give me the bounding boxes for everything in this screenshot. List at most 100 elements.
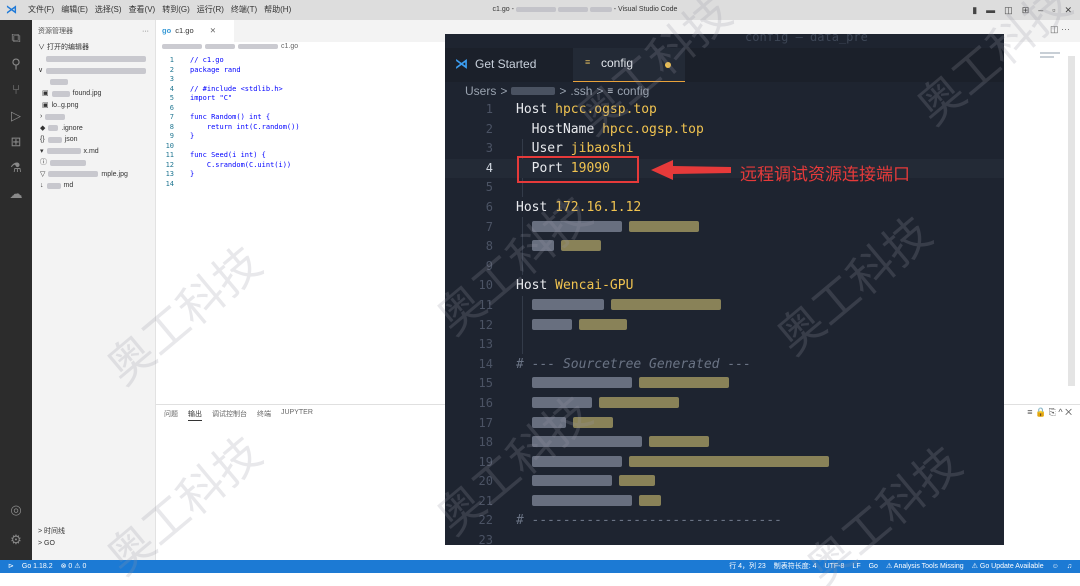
config-line[interactable]: 18 [445, 433, 1004, 453]
close-tab-icon[interactable]: ✕ [210, 26, 216, 35]
code-line[interactable]: 8 return int(C.random()) [160, 123, 300, 133]
tree-item-sample[interactable]: ▽ mple.jpg [32, 169, 155, 181]
code-line[interactable]: 12 C.srandom(C.uint(i)) [160, 161, 300, 171]
feedback-icon[interactable]: ☺ [1052, 560, 1059, 573]
line-ending[interactable]: LF [852, 560, 860, 573]
config-line[interactable]: 16 [445, 394, 1004, 414]
explorer-icon[interactable]: ⧉ [8, 30, 24, 46]
docker-icon[interactable]: ☁ [8, 186, 24, 202]
minimize-icon[interactable]: – [1038, 0, 1043, 20]
config-line[interactable]: 19 [445, 453, 1004, 473]
extensions-icon[interactable]: ⊞ [8, 134, 24, 150]
breadcrumb-file[interactable]: c1.go [281, 43, 298, 50]
config-line[interactable]: 2 HostName hpcc.ogsp.top [445, 120, 1004, 140]
more-actions-icon[interactable]: ··· [142, 28, 149, 35]
config-line[interactable]: 22 # -------------------------------- [445, 511, 1004, 531]
code-line[interactable]: 9} [160, 132, 300, 142]
menu-run[interactable]: 运行(R) [197, 0, 224, 20]
tab-output[interactable]: 输出 [188, 409, 202, 421]
go-code-editor[interactable]: 1 // c1.go 2 package rand 3 4 // #include <std… [160, 56, 300, 189]
code-line[interactable]: 5 import "C" [160, 94, 300, 104]
tab-config[interactable]: ≡ config [573, 48, 685, 82]
menu-view[interactable]: 查看(V) [129, 0, 156, 20]
maximize-icon[interactable]: ▫ [1052, 0, 1055, 20]
open-editors-section[interactable]: ∨ 打开的编辑器 [32, 42, 155, 54]
testing-icon[interactable]: ⚗ [8, 160, 24, 176]
config-line[interactable]: 20 [445, 472, 1004, 492]
go-section[interactable]: > GO [32, 538, 156, 550]
code-line[interactable]: 6 [160, 104, 300, 114]
toggle-secondary-sidebar-icon[interactable]: ◫ [1004, 0, 1013, 20]
tab-get-started[interactable]: ⋊ Get Started [455, 56, 536, 72]
code-line[interactable]: 4 // #include <stdlib.h> [160, 85, 300, 95]
close-icon[interactable]: ✕ [1064, 0, 1072, 20]
tree-item[interactable] [32, 77, 155, 89]
code-line[interactable]: 1 // c1.go [160, 56, 300, 66]
config-line[interactable]: 17 [445, 414, 1004, 434]
tree-item-ignore[interactable]: ◆ .ignore [32, 123, 155, 135]
config-line[interactable]: 11 [445, 296, 1004, 316]
menu-terminal[interactable]: 终端(T) [231, 0, 257, 20]
editor-scrollbar[interactable] [1068, 56, 1075, 386]
config-line[interactable]: 12 [445, 316, 1004, 336]
code-line[interactable]: 13} [160, 170, 300, 180]
remote-icon[interactable]: ⊳ [8, 560, 14, 573]
problems-count[interactable]: ⊗ 0 ⚠ 0 [61, 560, 87, 573]
menu-go[interactable]: 转到(G) [162, 0, 190, 20]
timeline-section[interactable]: > 时间线 [32, 526, 156, 538]
settings-gear-icon[interactable]: ⚙ [8, 532, 24, 548]
config-line[interactable]: 8 [445, 237, 1004, 257]
analysis-tools-warning[interactable]: ⚠ Analysis Tools Missing [886, 560, 964, 573]
menu-file[interactable]: 文件(F) [28, 0, 54, 20]
config-line[interactable]: 10 Host Wencai-GPU [445, 276, 1004, 296]
breadcrumb-file[interactable]: config [617, 84, 649, 98]
minimap[interactable] [1040, 52, 1062, 66]
source-control-icon[interactable]: ⑂ [8, 82, 24, 98]
tree-item-folder[interactable]: › [32, 111, 155, 123]
code-line[interactable]: 14 [160, 180, 300, 190]
code-line[interactable]: 2 package rand [160, 66, 300, 76]
layout-icon[interactable]: ⊞ [1022, 0, 1030, 20]
tree-item-md[interactable]: ▾ x.md [32, 146, 155, 158]
tab-jupyter[interactable]: JUPYTER [281, 409, 313, 421]
menu-selection[interactable]: 选择(S) [95, 0, 122, 20]
config-line[interactable]: 1 Host hpcc.ogsp.top [445, 100, 1004, 120]
tab-c1-go[interactable]: go c1.go ✕ [156, 20, 234, 42]
code-line[interactable]: 7 func Random() int { [160, 113, 300, 123]
tab-debug-console[interactable]: 调试控制台 [212, 409, 247, 421]
tree-item-json[interactable]: {} json [32, 134, 155, 146]
go-update-warning[interactable]: ⚠ Go Update Available [972, 560, 1044, 573]
menu-help[interactable]: 帮助(H) [264, 0, 291, 20]
config-line[interactable]: 13 [445, 335, 1004, 355]
encoding[interactable]: UTF-8 [825, 560, 845, 573]
breadcrumb-users[interactable]: Users [465, 84, 496, 98]
config-line[interactable]: 6 Host 172.16.1.12 [445, 198, 1004, 218]
tree-item-found[interactable]: ▣ found.jpg [32, 88, 155, 100]
open-editor-item[interactable] [32, 54, 155, 66]
go-version[interactable]: Go 1.18.2 [22, 560, 53, 573]
split-editor-icon[interactable]: ◫ ··· [1050, 24, 1070, 35]
menu-edit[interactable]: 编辑(E) [61, 0, 88, 20]
breadcrumb-ssh[interactable]: .ssh [570, 84, 592, 98]
language-mode[interactable]: Go [869, 560, 878, 573]
code-line[interactable]: 3 [160, 75, 300, 85]
folder-root[interactable]: ∨ [32, 65, 155, 77]
tab-size[interactable]: 制表符长度: 4 [774, 560, 817, 573]
config-line[interactable]: 15 [445, 374, 1004, 394]
toggle-panel-icon[interactable]: ▬ [986, 0, 995, 20]
run-debug-icon[interactable]: ▷ [8, 108, 24, 124]
account-icon[interactable]: ◎ [8, 502, 24, 518]
code-line[interactable]: 11 func Seed(i int) { [160, 151, 300, 161]
tree-item-info[interactable]: ⓘ [32, 157, 155, 169]
config-line[interactable]: 9 [445, 257, 1004, 277]
tab-problems[interactable]: 问题 [164, 409, 178, 421]
config-line[interactable]: 14 # --- Sourcetree Generated --- [445, 355, 1004, 375]
tree-item-readme[interactable]: ↓ md [32, 180, 155, 192]
config-line[interactable]: 21 [445, 492, 1004, 512]
search-icon[interactable]: ⚲ [8, 56, 24, 72]
tree-item-logo[interactable]: ▣ lo..g.png [32, 100, 155, 112]
notifications-bell-icon[interactable]: ♫ [1067, 560, 1072, 573]
tab-terminal[interactable]: 终端 [257, 409, 271, 421]
config-line[interactable]: 7 [445, 218, 1004, 238]
panel-actions-icons[interactable]: ≡ 🔒 ⎘ ^ ✕ [1027, 407, 1072, 418]
